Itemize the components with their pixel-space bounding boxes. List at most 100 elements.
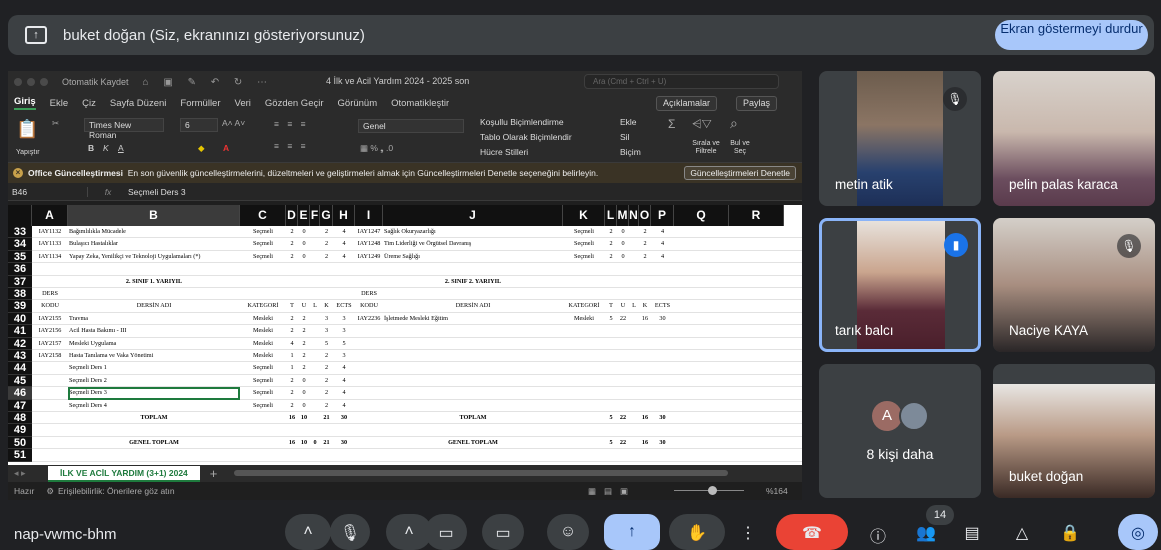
- cell[interactable]: 2: [287, 402, 297, 409]
- cell[interactable]: 2: [321, 352, 332, 359]
- cell[interactable]: 0: [299, 389, 309, 396]
- cell[interactable]: İşletmede Mesleki Eğitim: [384, 315, 562, 322]
- column-header[interactable]: P: [651, 205, 674, 226]
- cell[interactable]: 30: [652, 315, 673, 322]
- check-updates-button[interactable]: Güncelleştirmeleri Denetle: [684, 166, 796, 180]
- column-header[interactable]: I: [355, 205, 383, 226]
- row-header[interactable]: 46: [8, 387, 32, 400]
- cell[interactable]: IAY1248: [356, 240, 382, 247]
- tab-otomatiklestir[interactable]: Otomatikleştir: [391, 98, 449, 109]
- cell[interactable]: 22: [618, 315, 628, 322]
- cell[interactable]: 2: [321, 228, 332, 235]
- active-speaker-tile[interactable]: ▮ tarık balcı: [819, 218, 981, 352]
- cell[interactable]: Seçmeli: [241, 364, 285, 371]
- raise-hand-icon[interactable]: ✋: [669, 514, 725, 550]
- cell[interactable]: L: [311, 302, 319, 309]
- cell[interactable]: IAY1249: [356, 253, 382, 260]
- cell[interactable]: ECTS: [334, 302, 354, 309]
- spreadsheet-grid[interactable]: A B C D E F G H I J K L M N O P Q R 33 IAY1132 Bağımlılıkla …: [8, 205, 802, 465]
- cell[interactable]: 16: [640, 439, 650, 446]
- cell[interactable]: U: [299, 302, 309, 309]
- participant-tile[interactable]: pelin palas karaca: [993, 71, 1155, 206]
- cell[interactable]: IAY2158: [33, 352, 67, 359]
- cell[interactable]: Travma: [69, 315, 239, 322]
- minimize-window-icon[interactable]: [27, 78, 35, 86]
- cell[interactable]: IAY1247: [356, 228, 382, 235]
- cell[interactable]: L: [630, 302, 638, 309]
- present-screen-button[interactable]: ↑: [604, 514, 660, 550]
- meeting-code[interactable]: nap-vwmc-bhm: [14, 526, 117, 543]
- cell[interactable]: 2: [640, 240, 650, 247]
- cell[interactable]: KODU: [33, 302, 67, 309]
- more-options-icon[interactable]: ⋮: [733, 514, 763, 550]
- cell[interactable]: Seçmeli: [564, 253, 604, 260]
- cell[interactable]: 0: [299, 240, 309, 247]
- cell[interactable]: 2: [299, 352, 309, 359]
- column-header[interactable]: Q: [674, 205, 729, 226]
- audio-options-button[interactable]: ˄: [285, 514, 331, 550]
- cell[interactable]: Seçmeli Ders 1: [69, 364, 239, 371]
- cell[interactable]: TOPLAM: [69, 414, 239, 421]
- cell[interactable]: Seçmeli: [241, 389, 285, 396]
- column-header[interactable]: N: [629, 205, 639, 226]
- camera-icon[interactable]: ▭: [425, 514, 467, 550]
- cell[interactable]: 30: [334, 414, 354, 421]
- column-header[interactable]: K: [563, 205, 605, 226]
- number-format-select[interactable]: Genel: [358, 119, 464, 133]
- cell[interactable]: Seçmeli: [241, 253, 285, 260]
- cell[interactable]: 10: [299, 414, 309, 421]
- italic-button[interactable]: K: [103, 143, 109, 153]
- column-header[interactable]: D: [286, 205, 298, 226]
- formula-input[interactable]: Seçmeli Ders 3: [128, 187, 186, 197]
- cell[interactable]: IAY2157: [33, 340, 67, 347]
- cell[interactable]: Mesleki: [241, 352, 285, 359]
- cell[interactable]: 16: [640, 414, 650, 421]
- font-color-icon[interactable]: A: [223, 143, 229, 153]
- cell[interactable]: Bulaşıcı Hastalıklar: [69, 240, 239, 247]
- companion-icon[interactable]: ◎: [1118, 514, 1158, 550]
- cell[interactable]: Tim Liderliği ve Örgütsel Davranış: [384, 240, 562, 247]
- accessibility-status[interactable]: Erişilebilirlik: Önerilere göz atın: [58, 486, 175, 496]
- cell[interactable]: 2: [606, 253, 616, 260]
- cell[interactable]: Mesleki Uygulama: [69, 340, 239, 347]
- cell[interactable]: Mesleki: [564, 315, 604, 322]
- share-button[interactable]: Paylaş: [736, 96, 778, 111]
- cell[interactable]: 16: [287, 414, 297, 421]
- cell[interactable]: Seçmeli: [241, 377, 285, 384]
- tab-giris[interactable]: Giriş: [14, 96, 36, 110]
- align-icons[interactable]: ≡ ≡ ≡: [274, 119, 309, 129]
- column-header[interactable]: L: [605, 205, 617, 226]
- cell[interactable]: Mesleki: [241, 315, 285, 322]
- cell[interactable]: DERS: [356, 290, 382, 297]
- chat-icon[interactable]: ▤: [958, 514, 986, 550]
- cell[interactable]: 4: [334, 253, 354, 260]
- cell[interactable]: 4: [334, 240, 354, 247]
- tab-formuller[interactable]: Formüller: [180, 98, 220, 109]
- font-size-select[interactable]: 6: [180, 118, 218, 132]
- cell[interactable]: DERSİN ADI: [384, 302, 562, 309]
- column-header[interactable]: E: [298, 205, 310, 226]
- justify-icons[interactable]: ≡ ≡ ≡: [274, 141, 309, 151]
- cell[interactable]: T: [287, 302, 297, 309]
- cell[interactable]: 2: [606, 228, 616, 235]
- cell[interactable]: 2: [321, 240, 332, 247]
- format-as-table-button[interactable]: Tablo Olarak Biçimlendir: [480, 132, 572, 142]
- bold-button[interactable]: B: [88, 143, 94, 153]
- participant-tile[interactable]: 🎙 Naciye KAYA: [993, 218, 1155, 352]
- tab-ekle[interactable]: Ekle: [50, 98, 68, 109]
- cell[interactable]: Üreme Sağlığı: [384, 253, 562, 260]
- name-box[interactable]: B46: [8, 186, 88, 197]
- cell[interactable]: 2: [299, 327, 309, 334]
- column-header[interactable]: O: [639, 205, 651, 226]
- cell[interactable]: Mesleki: [241, 327, 285, 334]
- number-format-icons[interactable]: ▦ % ❟ .0: [360, 143, 393, 154]
- quick-access-icons[interactable]: ⌂ ▣ ✎ ↶ ↻ ⋯: [143, 77, 274, 88]
- cell[interactable]: 4: [334, 228, 354, 235]
- cell[interactable]: Seçmeli Ders 2: [69, 377, 239, 384]
- activities-icon[interactable]: △: [1008, 514, 1036, 550]
- cell[interactable]: K: [321, 302, 332, 309]
- dismiss-notification-icon[interactable]: ×: [13, 168, 23, 178]
- row-header[interactable]: 48: [8, 412, 32, 425]
- cell[interactable]: 2: [287, 327, 297, 334]
- cell[interactable]: Acil Hasta Bakımı - III: [69, 327, 239, 334]
